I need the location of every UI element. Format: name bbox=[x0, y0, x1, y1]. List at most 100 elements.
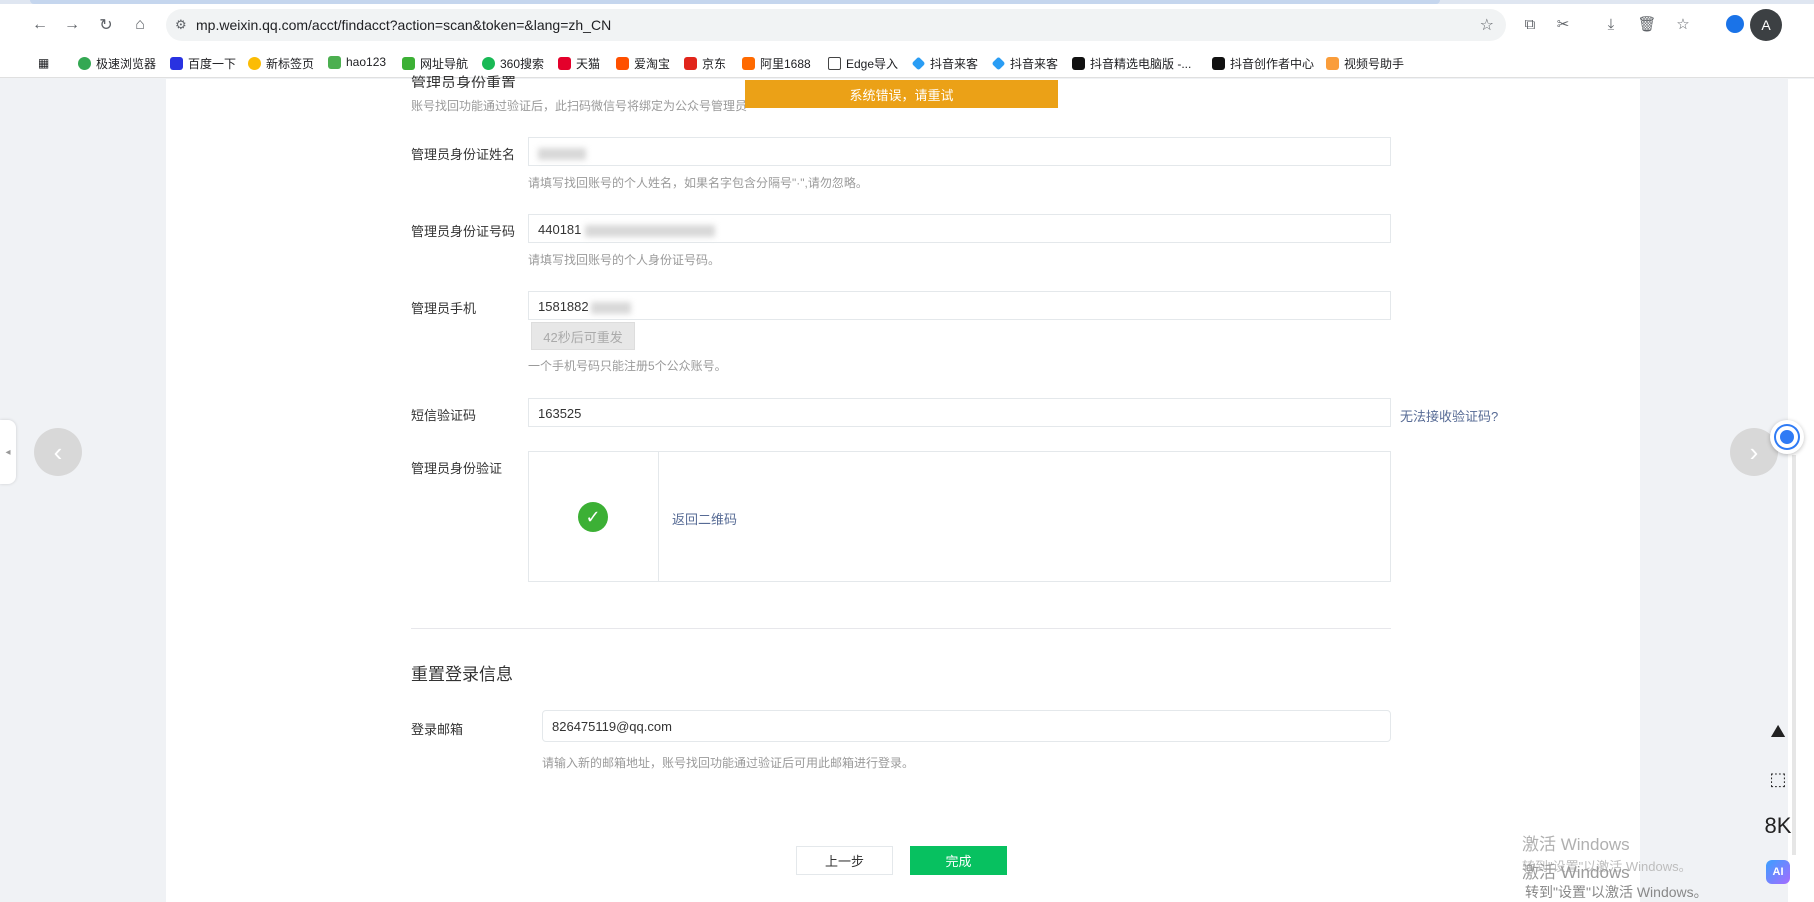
bookmark-label: 抖音来客 bbox=[1010, 57, 1059, 71]
admin-verify-label: 管理员身份验证 bbox=[411, 461, 503, 476]
bookmark-label: 抖音来客 bbox=[930, 57, 979, 71]
bookmark-icon bbox=[170, 57, 183, 70]
prev-page-arrow-icon[interactable]: ‹ bbox=[34, 428, 82, 476]
bookmark-icon bbox=[402, 57, 415, 70]
bookmark-item[interactable]: 百度一下 bbox=[170, 55, 236, 72]
bookmark-icon bbox=[328, 55, 341, 69]
back-icon[interactable]: ← bbox=[28, 13, 52, 37]
bookmark-item[interactable]: 极速浏览器 bbox=[78, 55, 156, 72]
windows-watermark-text: 转到"设置"以激活 Windows。 bbox=[1525, 884, 1708, 900]
resend-code-button[interactable]: 42秒后可重发 bbox=[531, 322, 635, 350]
bookmark-label: 网址导航 bbox=[420, 57, 469, 71]
address-bar[interactable]: ⚙ mp.weixin.qq.com/acct/findacct?action=… bbox=[166, 9, 1506, 41]
windows-watermark-title: 激活 Windows bbox=[1522, 863, 1630, 882]
bookmark-item[interactable]: 抖音精选电脑版 -... bbox=[1072, 55, 1191, 72]
bookmarks-bar: ▦ 极速浏览器 百度一下 新标签页 hao123 网址导航 360搜索 天猫 爱… bbox=[0, 50, 1814, 78]
bookmark-label: 京东 bbox=[702, 57, 727, 71]
error-toast: 系统错误，请重试 bbox=[745, 80, 1058, 108]
assistant-float-button[interactable] bbox=[1770, 420, 1804, 454]
cannot-receive-code-link[interactable]: 无法接收验证码? bbox=[1400, 406, 1498, 425]
finish-button[interactable]: 完成 bbox=[910, 846, 1007, 875]
login-email-input[interactable]: 826475119@qq.com bbox=[542, 710, 1391, 742]
windows-watermark-title: 激活 Windows bbox=[1522, 835, 1630, 854]
scrollbar-track[interactable] bbox=[1792, 455, 1796, 855]
previous-step-button[interactable]: 上一步 bbox=[796, 846, 893, 875]
bookmark-icon bbox=[911, 56, 926, 71]
bookmark-item[interactable]: 抖音创作者中心 bbox=[1212, 55, 1314, 72]
login-email-hint: 请输入新的邮箱地址，账号找回功能通过验证后可用此邮箱进行登录。 bbox=[542, 756, 915, 770]
image-tool-icon[interactable]: ⛰ bbox=[1764, 717, 1792, 745]
bookmark-label: 极速浏览器 bbox=[96, 57, 157, 71]
bookmark-icon bbox=[684, 57, 697, 70]
apps-grid-icon[interactable]: ▦ bbox=[38, 56, 49, 70]
bookmark-label: 天猫 bbox=[576, 57, 601, 71]
admin-name-input[interactable] bbox=[528, 137, 1391, 166]
left-panel-handle-icon[interactable]: ◂ bbox=[0, 420, 16, 484]
bookmark-label: 360搜索 bbox=[500, 57, 545, 71]
tiktok-icon bbox=[1072, 57, 1085, 70]
admin-id-input[interactable]: 440181 bbox=[528, 214, 1391, 243]
bookmark-item[interactable]: 抖音来客 bbox=[911, 55, 979, 72]
check-icon: ✓ bbox=[578, 502, 608, 532]
bookmark-icon bbox=[78, 57, 91, 70]
tab-strip bbox=[0, 0, 1814, 4]
screenshot-icon[interactable]: ⬚ bbox=[1764, 765, 1792, 793]
profile-icon[interactable] bbox=[1726, 15, 1744, 33]
admin-phone-input[interactable]: 1581882 bbox=[528, 291, 1391, 320]
bookmark-item[interactable]: 阿里1688 bbox=[742, 55, 811, 72]
bookmark-star-icon[interactable]: ☆ bbox=[1480, 15, 1494, 35]
folder-icon bbox=[828, 57, 841, 70]
site-info-icon[interactable]: ⚙ bbox=[175, 17, 187, 33]
reload-icon[interactable]: ↻ bbox=[94, 13, 118, 37]
bookmark-item[interactable]: 爱淘宝 bbox=[616, 55, 670, 72]
bookmark-label: 新标签页 bbox=[266, 57, 315, 71]
bookmark-icon bbox=[742, 57, 755, 70]
bookmark-label: Edge导入 bbox=[846, 57, 899, 71]
bookmark-item[interactable]: Edge导入 bbox=[828, 55, 898, 72]
tiktok-icon bbox=[1212, 57, 1225, 70]
bookmark-label: 爱淘宝 bbox=[634, 57, 671, 71]
section-divider bbox=[411, 628, 1391, 629]
home-icon[interactable]: ⌂ bbox=[128, 13, 152, 37]
extensions-icon[interactable]: ⧉ bbox=[1519, 13, 1541, 35]
forward-icon[interactable]: → bbox=[60, 13, 84, 37]
bookmark-item[interactable]: 京东 bbox=[684, 55, 726, 72]
resolution-8k-icon[interactable]: 8K bbox=[1764, 812, 1792, 840]
active-tab-indicator bbox=[30, 0, 1440, 4]
bookmark-icon bbox=[558, 57, 571, 70]
section-description: 账号找回功能通过验证后，此扫码微信号将绑定为公众号管理员 bbox=[411, 99, 748, 113]
bookmark-label: 百度一下 bbox=[188, 57, 237, 71]
url-text[interactable]: mp.weixin.qq.com/acct/findacct?action=sc… bbox=[196, 17, 611, 33]
back-to-qr-link[interactable]: 返回二维码 bbox=[672, 509, 737, 528]
scissors-icon[interactable]: ✂ bbox=[1552, 13, 1574, 35]
bookmark-label: 抖音精选电脑版 -... bbox=[1090, 57, 1192, 71]
bookmark-icon bbox=[991, 56, 1006, 71]
bookmark-item[interactable]: 360搜索 bbox=[482, 55, 544, 72]
sms-code-label: 短信验证码 bbox=[411, 408, 477, 423]
translate-icon[interactable]: A bbox=[1750, 9, 1782, 41]
bookmark-item[interactable]: 新标签页 bbox=[248, 55, 314, 72]
redacted-value bbox=[585, 224, 716, 237]
sms-code-input[interactable]: 163525 bbox=[528, 398, 1391, 427]
admin-id-label: 管理员身份证号码 bbox=[411, 224, 516, 239]
bookmark-item[interactable]: hao123 bbox=[328, 55, 386, 69]
bookmark-item[interactable]: 网址导航 bbox=[402, 55, 468, 72]
verify-divider bbox=[658, 452, 659, 581]
section-title-login-reset: 重置登录信息 bbox=[411, 665, 513, 684]
download-icon[interactable]: ⤓ bbox=[1600, 13, 1622, 35]
bookmark-item[interactable]: 视频号助手 bbox=[1326, 55, 1404, 72]
redacted-value bbox=[590, 301, 631, 314]
favorites-icon[interactable]: ☆ bbox=[1672, 13, 1694, 35]
admin-id-value: 440181 bbox=[538, 222, 582, 237]
ai-assistant-icon[interactable]: AI bbox=[1766, 860, 1790, 884]
bookmark-icon bbox=[1326, 57, 1339, 70]
admin-name-hint: 请填写找回账号的个人姓名，如果名字包含分隔号"·",请勿忽略。 bbox=[528, 176, 868, 190]
bookmark-label: 视频号助手 bbox=[1344, 57, 1405, 71]
trash-icon[interactable]: 🗑 bbox=[1636, 13, 1658, 35]
admin-phone-label: 管理员手机 bbox=[411, 301, 477, 316]
bookmark-icon bbox=[482, 57, 495, 70]
redacted-value bbox=[538, 147, 586, 160]
bookmark-item[interactable]: 抖音来客 bbox=[991, 55, 1059, 72]
admin-phone-value: 1581882 bbox=[538, 299, 589, 314]
bookmark-item[interactable]: 天猫 bbox=[558, 55, 600, 72]
